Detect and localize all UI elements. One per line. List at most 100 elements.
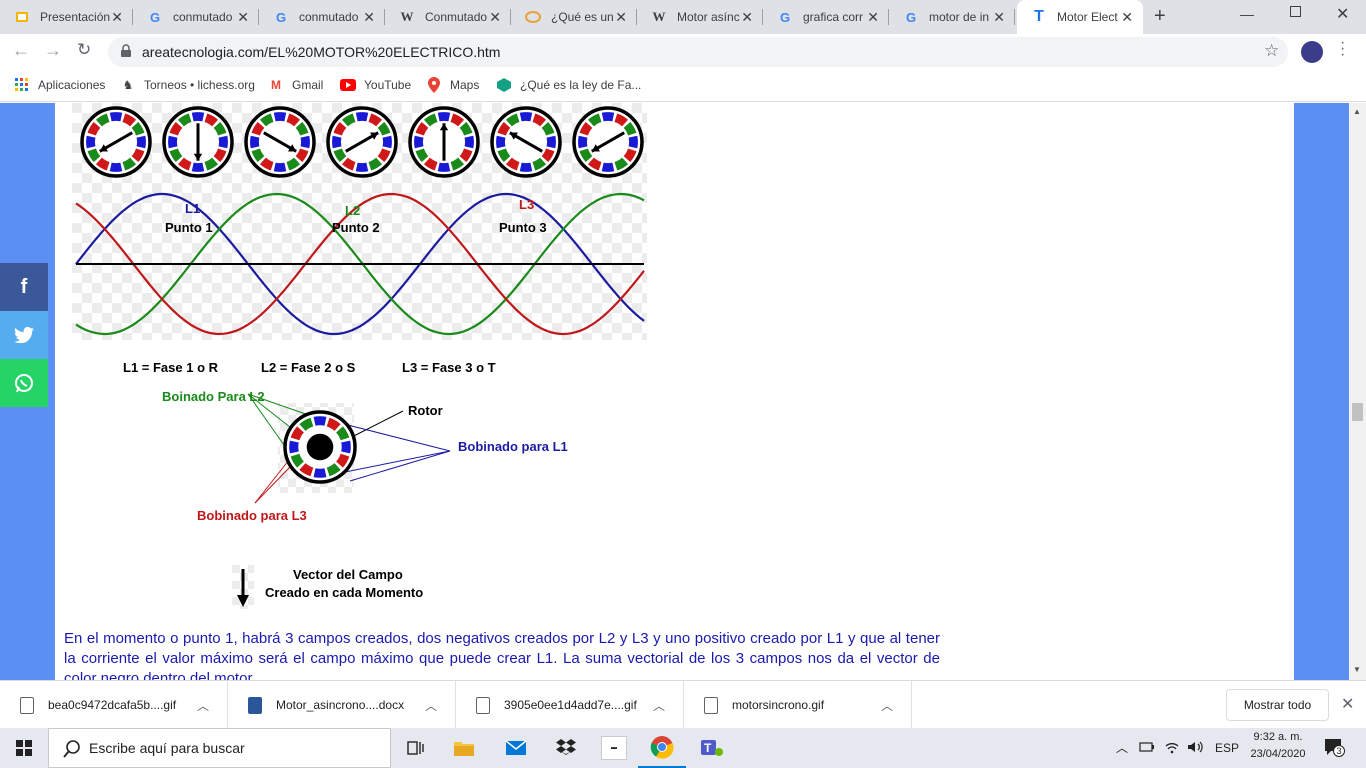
download-item[interactable]: 3905e0ee1d4add7e....gif ︿ [456, 681, 684, 729]
maximize-button[interactable] [1290, 6, 1301, 17]
avatar[interactable] [1301, 41, 1323, 63]
download-item[interactable]: motorsincrono.gif ︿ [684, 681, 912, 729]
taskbar-amazon[interactable]: ▬ [590, 728, 638, 768]
tab-motor-de-in[interactable]: G motor de in ✕ [889, 0, 1015, 34]
language-indicator[interactable]: ESP [1215, 741, 1239, 755]
show-all-downloads-button[interactable]: Mostrar todo [1226, 689, 1329, 721]
menu-icon[interactable]: · · · [1340, 35, 1345, 63]
clock-time[interactable]: 9:32 a. m. [1248, 731, 1308, 743]
maps-pin-icon [426, 77, 442, 93]
clock-date[interactable]: 23/04/2020 [1248, 748, 1308, 760]
minimize-button[interactable]: — [1240, 6, 1254, 22]
address-bar[interactable]: areatecnologia.com/EL%20MOTOR%20ELECTRIC… [108, 37, 1288, 67]
bookmark-lichess[interactable]: ♞ Torneos • lichess.org [120, 77, 255, 93]
vector-caption-line2: Creado en cada Momento [265, 585, 424, 600]
close-icon[interactable]: ✕ [741, 9, 753, 26]
bookmark-maps[interactable]: Maps [426, 77, 479, 93]
task-view-button[interactable] [392, 728, 440, 768]
battery-icon[interactable] [1139, 740, 1155, 757]
folder-icon [454, 742, 474, 756]
chevron-up-icon[interactable]: ︿ [653, 697, 665, 714]
bookmark-apps[interactable]: Aplicaciones [14, 77, 105, 93]
windows-start-button[interactable] [0, 728, 48, 768]
tab-motor-electrico[interactable]: T Motor Elect ✕ [1017, 0, 1143, 34]
label-l1: L1 [185, 201, 201, 216]
lock-icon [120, 44, 132, 61]
brainly-icon [525, 9, 541, 25]
bookmark-gmail[interactable]: M Gmail [268, 77, 323, 93]
site-icon: T [1034, 8, 1044, 25]
url-text: areatecnologia.com/EL%20MOTOR%20ELECTRIC… [142, 44, 501, 60]
tab-grafica[interactable]: G grafica corr ✕ [763, 0, 889, 34]
star-icon[interactable]: ☆ [1264, 41, 1279, 61]
chevron-up-icon[interactable]: ︿ [425, 697, 437, 714]
svg-text:T: T [704, 741, 712, 755]
download-item[interactable]: Motor_asincrono....docx ︿ [228, 681, 456, 729]
google-icon: G [149, 9, 161, 25]
close-icon[interactable]: ✕ [1121, 9, 1133, 26]
taskbar-chrome[interactable] [638, 728, 686, 768]
close-icon[interactable]: ✕ [489, 9, 501, 26]
whatsapp-icon [15, 374, 33, 393]
tab-conmutado-1[interactable]: G conmutado ✕ [133, 0, 259, 34]
close-icon[interactable]: ✕ [111, 9, 123, 26]
bookmark-youtube[interactable]: YouTube [340, 77, 411, 93]
tray-expand-icon[interactable]: ︿ [1116, 739, 1128, 756]
label-punto-2: Punto 2 [332, 220, 380, 235]
label-boinado-l2: Boinado Para L2 [162, 389, 265, 404]
close-icon[interactable]: ✕ [237, 9, 249, 26]
taskbar-file-explorer[interactable] [440, 728, 488, 768]
motor-state [490, 106, 562, 178]
taskbar-search-box[interactable]: Escribe aquí para buscar [48, 728, 391, 768]
bookmark-ley-faraday[interactable]: ¿Qué es la ley de Fa... [496, 77, 641, 93]
tab-presentacion[interactable]: Presentación ✕ [0, 0, 133, 34]
taskbar-teams[interactable]: T [688, 728, 736, 768]
new-tab-button[interactable]: + [1154, 5, 1166, 28]
whatsapp-share-button[interactable] [0, 359, 48, 407]
wifi-icon[interactable] [1164, 740, 1180, 757]
close-icon[interactable]: ✕ [615, 9, 627, 26]
legend-l3: L3 = Fase 3 o T [402, 360, 496, 375]
tab-que-es[interactable]: ¿Qué es un ✕ [511, 0, 637, 34]
taskbar-dropbox[interactable] [542, 728, 590, 768]
forward-icon[interactable]: → [44, 40, 62, 61]
close-downloads-icon[interactable]: ✕ [1341, 694, 1354, 714]
volume-icon[interactable] [1187, 740, 1205, 757]
reload-icon[interactable]: ↻ [77, 40, 91, 60]
download-item[interactable]: bea0c9472dcafa5b....gif ︿ [0, 681, 228, 729]
motor-cross-section [283, 410, 357, 484]
scrollbar-thumb[interactable] [1352, 403, 1363, 421]
brainly-icon [496, 77, 512, 93]
facebook-share-button[interactable]: f [0, 263, 48, 311]
file-icon [476, 696, 490, 714]
explanation-paragraph: En el momento o punto 1, habrá 3 campos … [64, 630, 940, 680]
scroll-down-icon[interactable]: ▼ [1353, 665, 1361, 674]
downloads-bar: bea0c9472dcafa5b....gif ︿ Motor_asincron… [0, 680, 1366, 729]
window-close-button[interactable]: ✕ [1336, 4, 1349, 24]
vector-arrow-icon [232, 565, 254, 609]
tab-conmutado-2[interactable]: G conmutado ✕ [259, 0, 385, 34]
motor-state [408, 106, 480, 178]
tab-motor-asincrono[interactable]: W Motor asínc ✕ [637, 0, 763, 34]
back-icon[interactable]: ← [12, 40, 30, 61]
wikipedia-icon: W [400, 9, 414, 24]
page-viewport: L1 Punto 1 L2 Punto 2 L3 Punto 3 L1 = Fa… [0, 103, 1349, 680]
close-icon[interactable]: ✕ [993, 9, 1005, 26]
twitter-share-button[interactable] [0, 311, 48, 359]
chevron-up-icon[interactable]: ︿ [197, 697, 209, 714]
chevron-up-icon[interactable]: ︿ [881, 697, 893, 714]
motor-state [162, 106, 234, 178]
motor-state [244, 106, 316, 178]
close-icon[interactable]: ✕ [363, 9, 375, 26]
teams-icon: T [701, 740, 723, 756]
slides-icon [14, 9, 30, 25]
vertical-scrollbar[interactable]: ▲ ▼ [1349, 103, 1366, 680]
label-punto-3: Punto 3 [499, 220, 547, 235]
scroll-up-icon[interactable]: ▲ [1353, 107, 1361, 116]
taskbar-mail[interactable] [492, 728, 540, 768]
youtube-icon [340, 77, 356, 93]
close-icon[interactable]: ✕ [867, 9, 879, 26]
tab-wikipedia-conmutado[interactable]: W Conmutado ✕ [385, 0, 511, 34]
google-icon: G [905, 9, 917, 25]
action-center-button[interactable]: 3 [1324, 738, 1345, 759]
